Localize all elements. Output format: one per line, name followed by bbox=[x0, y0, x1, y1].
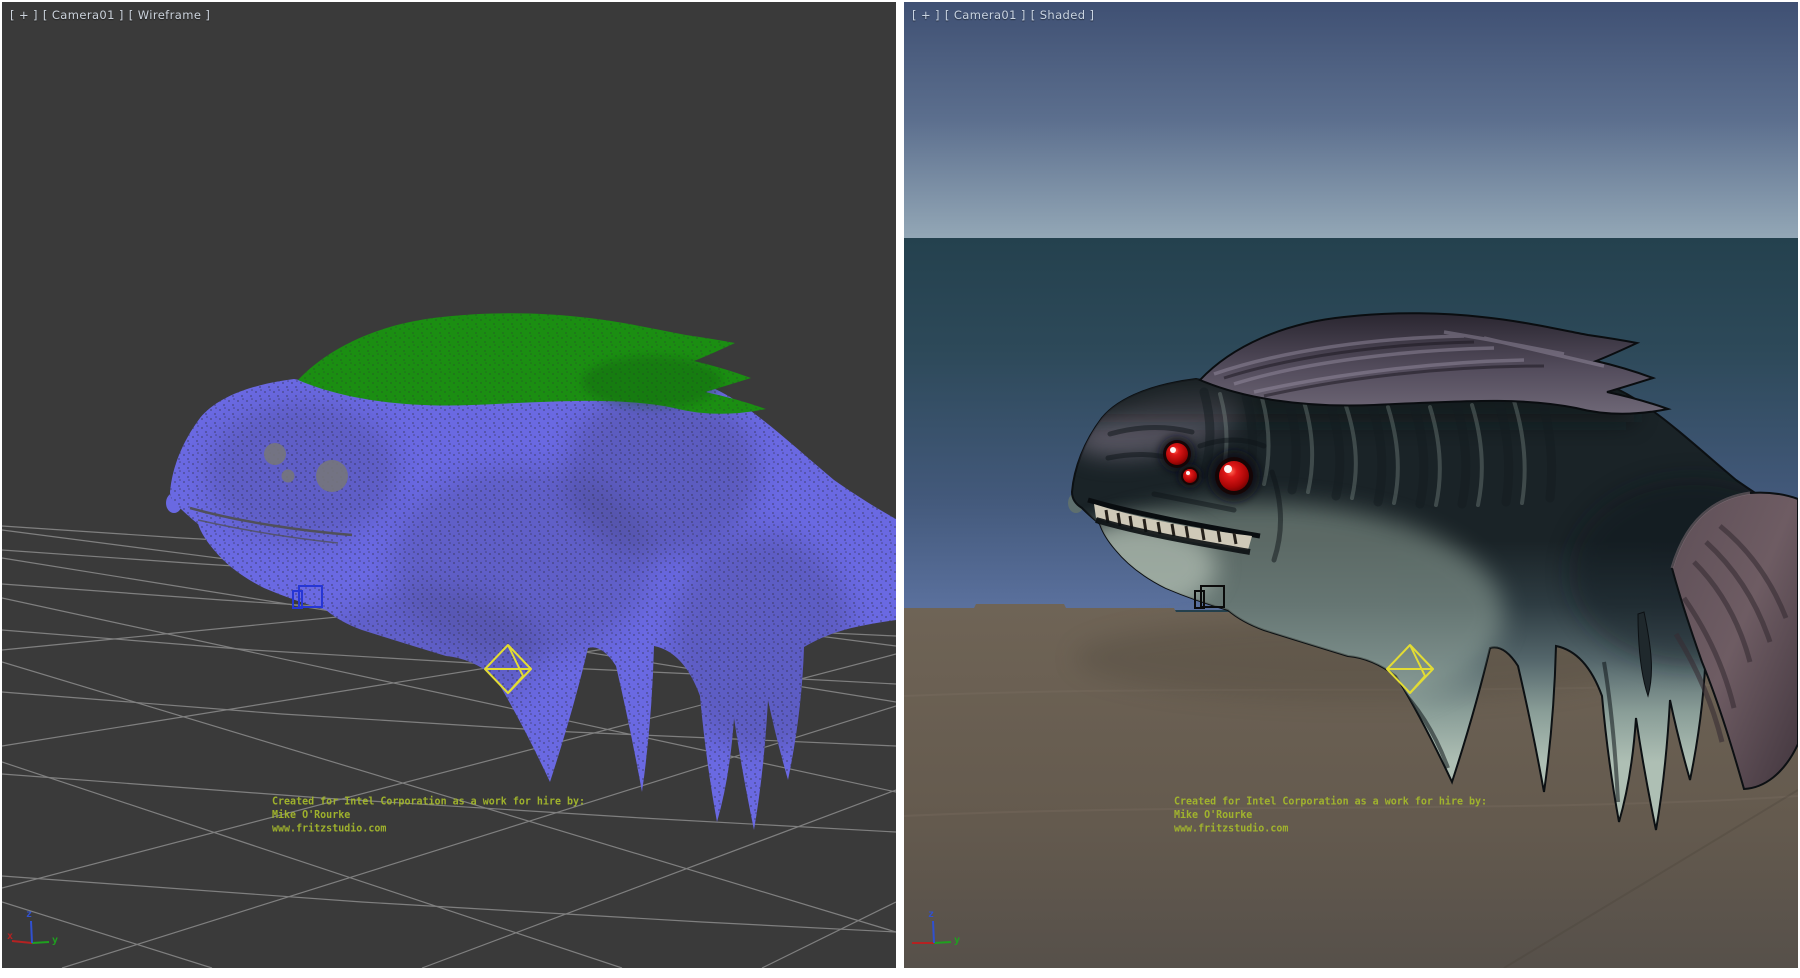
viewport-menu-general[interactable]: [ + ] bbox=[10, 8, 38, 22]
viewport-menu-shading[interactable]: [ Shaded ] bbox=[1031, 8, 1095, 22]
viewport-label-right: [ + ] [ Camera01 ] [ Shaded ] bbox=[912, 8, 1099, 22]
viewport-menu-shading[interactable]: [ Wireframe ] bbox=[129, 8, 210, 22]
viewport-left-wireframe[interactable]: x y z [ + ] [ Camera01 ] [ Wireframe ] Cre… bbox=[2, 2, 896, 968]
axis-y-label: y bbox=[954, 935, 960, 946]
viewport-splitter[interactable] bbox=[896, 0, 904, 978]
viewport-right-shaded[interactable]: y z [ + ] [ Camera01 ] [ Shaded ] Created … bbox=[904, 2, 1798, 968]
viewport-label-left: [ + ] [ Camera01 ] [ Wireframe ] bbox=[10, 8, 215, 22]
axis-y-label: y bbox=[52, 935, 58, 946]
viewport-menu-pov[interactable]: [ Camera01 ] bbox=[43, 8, 124, 22]
viewport-menu-general[interactable]: [ + ] bbox=[912, 8, 940, 22]
axis-x-label: x bbox=[7, 931, 13, 942]
watermark-line3: www.fritzstudio.com bbox=[1174, 822, 1487, 836]
viewport-menu-pov[interactable]: [ Camera01 ] bbox=[945, 8, 1026, 22]
creature-body-wireframe[interactable] bbox=[166, 379, 896, 830]
dorsal-fin-wireframe[interactable] bbox=[298, 313, 766, 414]
watermark-line3: www.fritzstudio.com bbox=[272, 822, 585, 836]
watermark-line2: Mike O'Rourke bbox=[1174, 809, 1487, 823]
watermark-line2: Mike O'Rourke bbox=[272, 809, 585, 823]
axis-z-label: z bbox=[26, 909, 32, 920]
viewport-grid: x y z [ + ] [ Camera01 ] [ Wireframe ] Cre… bbox=[0, 0, 1800, 978]
world-axis-tripod: x y z bbox=[7, 909, 58, 946]
scene-watermark: Created for Intel Corporation as a work … bbox=[272, 795, 585, 836]
axis-z-label: z bbox=[928, 909, 934, 920]
watermark-line1: Created for Intel Corporation as a work … bbox=[1174, 795, 1487, 809]
watermark-line1: Created for Intel Corporation as a work … bbox=[272, 795, 585, 809]
scene-watermark: Created for Intel Corporation as a work … bbox=[1174, 795, 1487, 836]
